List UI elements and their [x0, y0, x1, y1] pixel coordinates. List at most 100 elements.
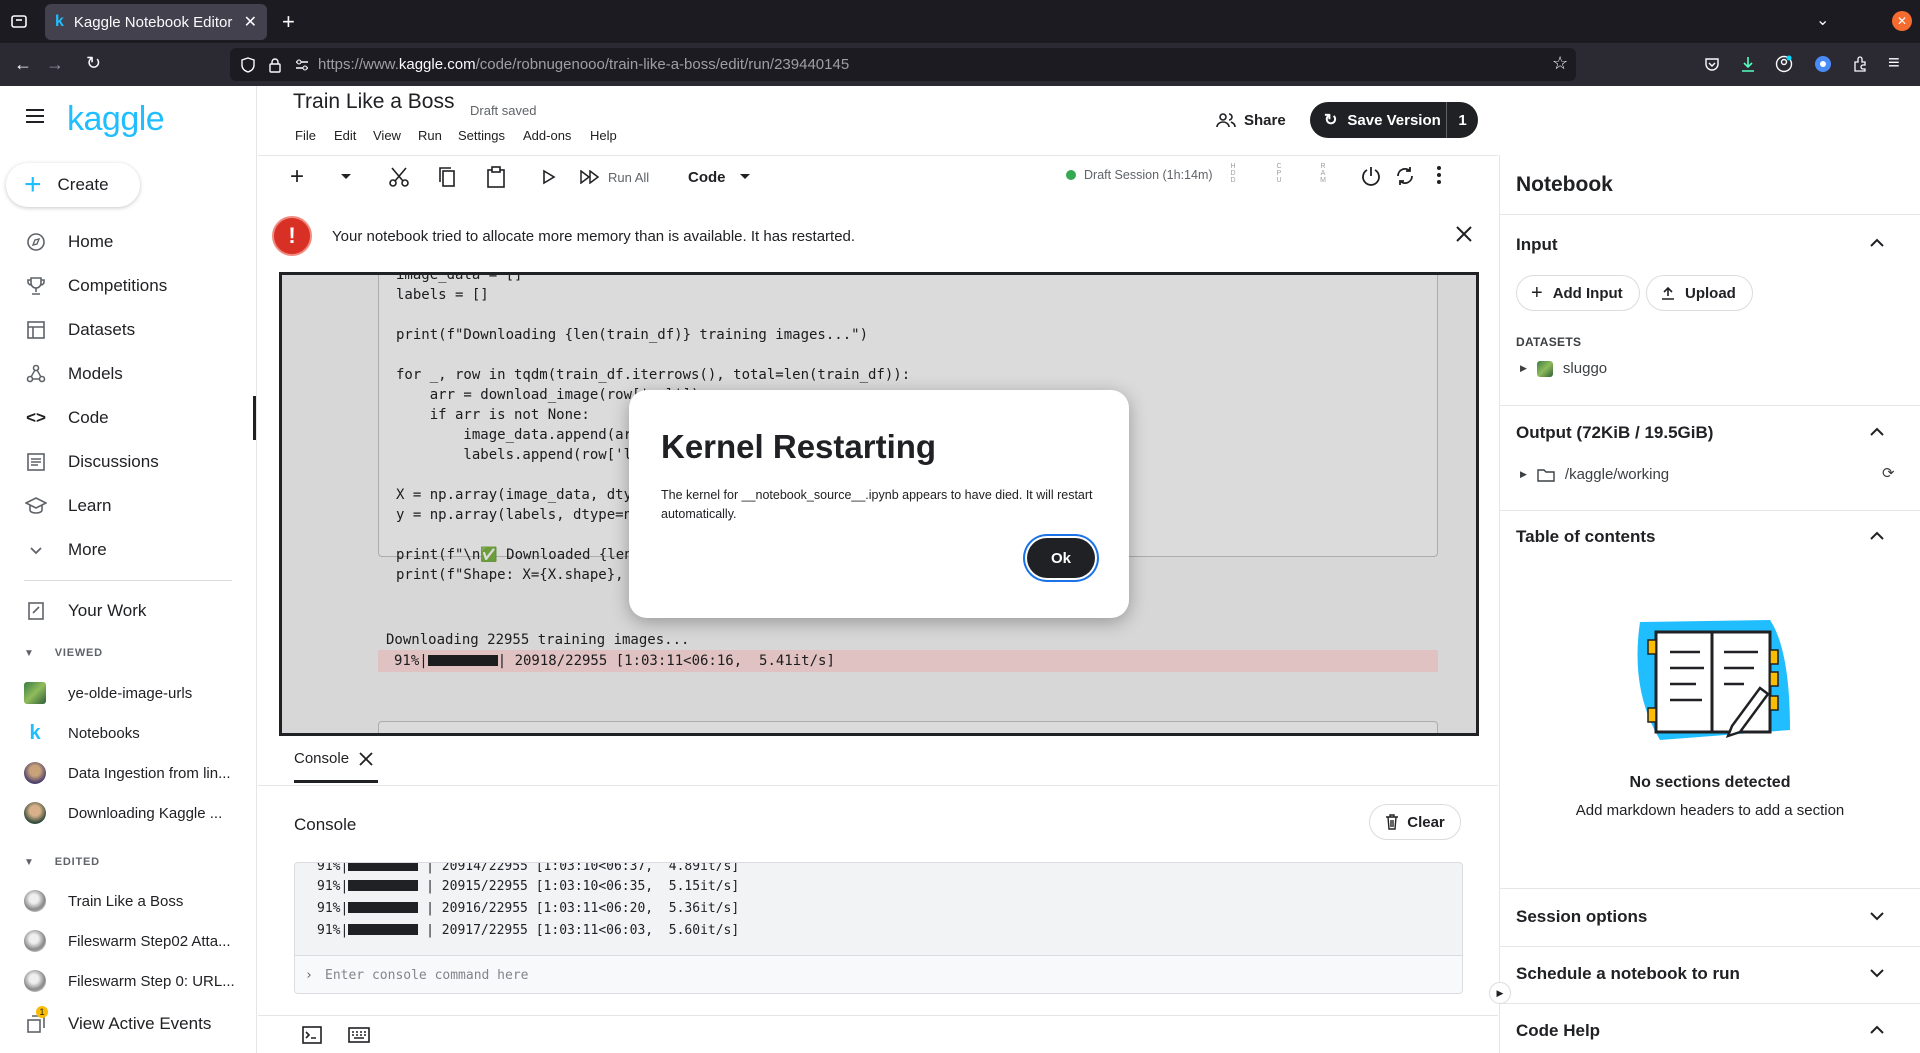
section-toc-header[interactable]: Table of contents: [1516, 527, 1655, 547]
chevron-up-icon[interactable]: [1870, 1025, 1884, 1035]
recent-item[interactable]: Data Ingestion from lin...: [0, 753, 256, 793]
close-tab-icon[interactable]: ✕: [244, 12, 257, 32]
chevron-down-icon[interactable]: [340, 164, 352, 190]
no-sections-title: No sections detected: [1629, 774, 1791, 791]
upload-button[interactable]: Upload: [1646, 275, 1753, 311]
sidebar-item-your-work[interactable]: Your Work: [0, 589, 256, 633]
share-button[interactable]: Share: [1216, 104, 1286, 136]
extensions-icon[interactable]: [1852, 55, 1870, 73]
hamburger-menu-icon[interactable]: [24, 107, 46, 125]
recent-item[interactable]: k Notebooks: [0, 713, 256, 753]
events-count-badge: 1: [36, 1006, 48, 1018]
sidebar-item-active-events[interactable]: 1 View Active Events: [0, 1002, 256, 1046]
sidebar-item-code[interactable]: <> Code: [0, 396, 256, 440]
menu-view[interactable]: View: [373, 128, 401, 143]
chevron-up-icon[interactable]: [1870, 427, 1884, 437]
add-cell-icon[interactable]: +: [290, 163, 304, 190]
console-input-placeholder: Enter console command here: [325, 968, 529, 983]
menu-add-ons[interactable]: Add-ons: [523, 128, 571, 143]
menu-settings[interactable]: Settings: [458, 128, 505, 143]
section-schedule-header[interactable]: Schedule a notebook to run: [1516, 964, 1740, 984]
browser-menu-icon[interactable]: ≡: [1888, 52, 1900, 75]
recent-item[interactable]: Fileswarm Step 0: URL...: [0, 961, 256, 1001]
cut-icon[interactable]: [388, 164, 410, 190]
section-input-header[interactable]: Input: [1516, 235, 1558, 255]
recent-item[interactable]: Downloading Kaggle ...: [0, 793, 256, 833]
section-code-help-header[interactable]: Code Help: [1516, 1021, 1600, 1041]
restart-icon[interactable]: [1394, 165, 1416, 187]
forward-icon[interactable]: →: [46, 54, 64, 75]
sidebar-item-home[interactable]: Home: [0, 220, 256, 264]
downloads-icon[interactable]: [1740, 55, 1756, 73]
refresh-output-icon[interactable]: ⟳: [1882, 464, 1895, 482]
menu-run[interactable]: Run: [418, 128, 442, 143]
cell-type-select[interactable]: Code: [688, 164, 750, 190]
pocket-icon[interactable]: [1704, 56, 1720, 72]
menu-edit[interactable]: Edit: [334, 128, 356, 143]
close-banner-icon[interactable]: [1455, 225, 1473, 243]
url-bar[interactable]: https://www. kaggle.com/code/robnugenooo/…: [230, 48, 1576, 81]
add-input-button[interactable]: + Add Input: [1516, 275, 1640, 311]
sidebar-item-discussions[interactable]: Discussions: [0, 440, 256, 484]
hdd-meter[interactable]: HDD: [1228, 163, 1238, 184]
version-count[interactable]: 1: [1446, 102, 1478, 138]
sidebar-item-models[interactable]: Models: [0, 352, 256, 396]
save-version-button[interactable]: ↻ Save Version 1: [1310, 102, 1478, 138]
permissions-icon[interactable]: [294, 57, 310, 73]
chevron-up-icon[interactable]: [1870, 531, 1884, 541]
sidebar-item-competitions[interactable]: Competitions: [0, 264, 256, 308]
chevron-down-icon[interactable]: [1870, 911, 1884, 921]
paste-icon[interactable]: [486, 164, 506, 190]
chevron-up-icon[interactable]: [1870, 238, 1884, 248]
collapse-panel-toggle[interactable]: ▶: [1489, 982, 1511, 1004]
new-tab-icon[interactable]: +: [282, 9, 295, 35]
run-cell-icon[interactable]: [542, 164, 556, 190]
session-status[interactable]: Draft Session (1h:14m): [1066, 168, 1213, 182]
edited-section-label[interactable]: ▼ EDITED: [24, 856, 100, 868]
ok-button[interactable]: Ok: [1027, 538, 1095, 578]
shield-icon[interactable]: [240, 57, 256, 73]
close-icon[interactable]: [359, 751, 373, 766]
create-button[interactable]: + Create: [6, 163, 140, 207]
menu-file[interactable]: File: [295, 128, 316, 143]
section-session-options-header[interactable]: Session options: [1516, 907, 1647, 927]
ram-meter[interactable]: RAM: [1318, 163, 1328, 184]
cpu-meter[interactable]: CPU: [1274, 163, 1284, 184]
recent-item[interactable]: ye-olde-image-urls: [0, 673, 256, 713]
reload-icon[interactable]: ↻: [86, 53, 101, 74]
bookmark-star-icon[interactable]: ☆: [1552, 53, 1568, 74]
keyboard-icon[interactable]: [348, 1027, 370, 1043]
browser-tab[interactable]: k Kaggle Notebook Editor ✕: [45, 4, 267, 40]
home-icon: [24, 230, 48, 254]
output-tree-item[interactable]: ▶ /kaggle/working: [1520, 466, 1669, 483]
viewed-section-label[interactable]: ▼ VIEWED: [24, 647, 103, 659]
extension-blue-icon[interactable]: [1814, 55, 1832, 73]
more-vert-icon[interactable]: [1436, 165, 1442, 185]
clear-console-button[interactable]: Clear: [1369, 804, 1461, 840]
terminal-icon[interactable]: [302, 1026, 322, 1044]
tab-overview-icon[interactable]: [10, 12, 28, 30]
power-icon[interactable]: [1360, 165, 1382, 187]
account-icon[interactable]: [1775, 55, 1793, 73]
sidebar-item-learn[interactable]: Learn: [0, 484, 256, 528]
recent-item[interactable]: Train Like a Boss: [0, 881, 256, 921]
kaggle-logo[interactable]: kaggle: [67, 100, 165, 139]
console-command-input[interactable]: › Enter console command here: [295, 955, 1462, 993]
list-tabs-icon[interactable]: ⌄: [1816, 10, 1829, 30]
tab-console[interactable]: Console: [294, 750, 373, 767]
sidebar-item-more[interactable]: More: [0, 528, 256, 572]
lock-icon[interactable]: [268, 57, 282, 73]
dataset-tree-item[interactable]: ▶ sluggo: [1520, 360, 1607, 377]
menu-help[interactable]: Help: [590, 128, 617, 143]
panel-divider: [1500, 946, 1920, 947]
close-window-icon[interactable]: ✕: [1892, 11, 1912, 31]
section-output-header[interactable]: Output (72KiB / 19.5GiB): [1516, 423, 1713, 443]
sidebar-item-datasets[interactable]: Datasets: [0, 308, 256, 352]
copy-icon[interactable]: [437, 164, 457, 190]
chevron-down-icon[interactable]: [1870, 968, 1884, 978]
recent-item[interactable]: Fileswarm Step02 Atta...: [0, 921, 256, 961]
back-icon[interactable]: ←: [14, 54, 32, 75]
notebook-title[interactable]: Train Like a Boss: [293, 90, 454, 114]
run-all-button[interactable]: Run All: [580, 164, 649, 190]
datasets-label: DATASETS: [1516, 335, 1582, 349]
